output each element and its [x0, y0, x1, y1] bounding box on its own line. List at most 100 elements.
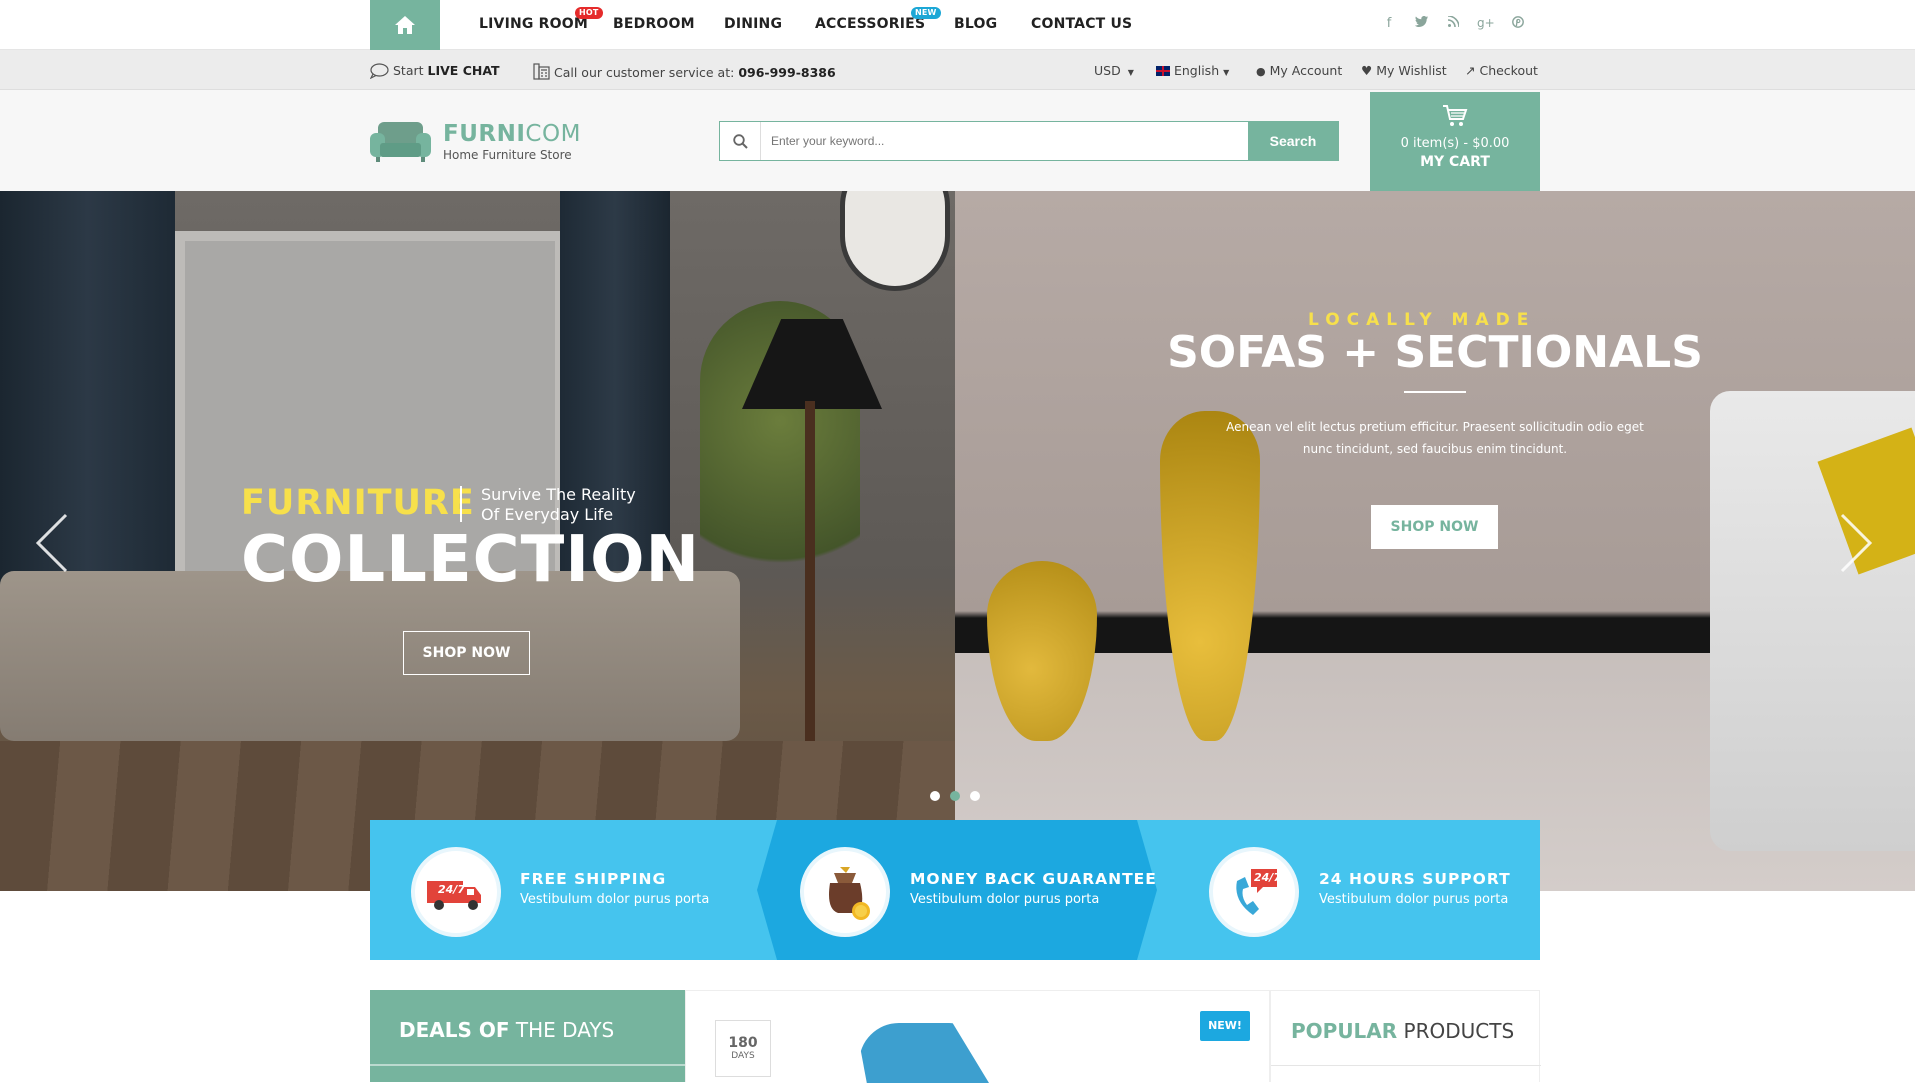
phone-number: 096-999-8386 — [738, 65, 836, 80]
new-badge: NEW — [911, 7, 941, 19]
vase-tall — [1160, 411, 1260, 741]
deals-of-the-day-header: DEALS OF THE DAYS — [370, 990, 685, 1082]
nav-item-label: DINING — [724, 16, 783, 32]
slide-right-divider — [1404, 391, 1466, 393]
checkout-link[interactable]: ↗ Checkout — [1465, 63, 1538, 78]
nav-item-contact-us[interactable]: CONTACT US — [1031, 16, 1132, 32]
slide-left-tagline-2: Of Everyday Life — [481, 505, 614, 524]
pinterest-icon[interactable] — [1510, 16, 1526, 32]
new-badge: NEW! — [1200, 1011, 1250, 1041]
feature-shipping-circle: 24/7 — [411, 847, 501, 937]
nav-item-label: CONTACT US — [1031, 16, 1133, 32]
search-input[interactable] — [760, 122, 1230, 160]
button-label: SHOP NOW — [422, 645, 511, 661]
features-band: 24/7 FREE SHIPPING Vestibulum dolor puru… — [370, 820, 1540, 960]
top-navigation: LIVING ROOM HOT BEDROOM DINING ACCESSORI… — [0, 0, 1915, 50]
slide-left-tagline-1: Survive The Reality — [481, 485, 636, 504]
facebook-icon[interactable]: f — [1381, 16, 1397, 31]
product-image-blue-chair[interactable] — [859, 1023, 989, 1083]
floor-lamp-leg — [805, 401, 815, 781]
slide-right-body-2: nunc tincidunt, sed faucibus enim tincid… — [1302, 442, 1568, 456]
google-plus-icon[interactable]: g+ — [1477, 16, 1495, 30]
uk-flag-icon — [1156, 66, 1170, 76]
my-wishlist-link[interactable]: ♥ My Wishlist — [1361, 63, 1447, 78]
cart-button[interactable]: 0 item(s) - $0.00 MY CART — [1370, 92, 1540, 191]
nav-item-blog[interactable]: BLOG — [954, 16, 997, 32]
hot-badge: HOT — [575, 7, 603, 19]
nav-item-living-room[interactable]: LIVING ROOM HOT — [479, 7, 603, 32]
phone-prefix: Call our customer service at: — [553, 65, 735, 80]
nav-item-label: BEDROOM — [613, 16, 695, 32]
currency-selector[interactable]: USD ▼ — [1094, 63, 1134, 78]
support-badge-text: 24/7 — [1254, 871, 1281, 884]
slider-dot-1[interactable] — [930, 791, 940, 801]
feature-shipping-title: FREE SHIPPING — [520, 870, 667, 888]
popular-products-panel: POPULAR PRODUCTS — [1270, 990, 1541, 1082]
feature-support-title: 24 HOURS SUPPORT — [1319, 870, 1511, 888]
my-wishlist-label: My Wishlist — [1376, 63, 1447, 78]
cart-summary: 0 item(s) - $0.00 — [1400, 136, 1510, 151]
sofa-logo-icon — [370, 122, 431, 162]
logo[interactable] — [370, 119, 431, 166]
home-icon — [395, 16, 415, 34]
cart-label: MY CART — [1420, 154, 1490, 170]
language-selector[interactable]: English ▼ — [1156, 63, 1229, 78]
deals-title-light: THE DAYS — [515, 1018, 615, 1042]
slide-left-headline: COLLECTION — [241, 523, 701, 597]
feature-support-circle: 24/7 — [1209, 847, 1299, 937]
feature-money-back-title: MONEY BACK GUARANTEE — [910, 870, 1157, 888]
logo-light-text: COM — [525, 121, 581, 147]
nav-item-bedroom[interactable]: BEDROOM — [613, 16, 695, 32]
phone-support-icon — [1236, 869, 1277, 915]
search-bar: Search — [719, 121, 1339, 161]
rss-icon[interactable] — [1445, 15, 1461, 31]
nav-item-accessories[interactable]: ACCESSORIES NEW — [815, 7, 941, 32]
slider-dot-2[interactable] — [950, 791, 960, 801]
search-button[interactable]: Search — [1248, 122, 1338, 160]
slide-right-shop-now-button[interactable]: SHOP NOW — [1371, 505, 1498, 549]
deal-product-card: 180 DAYS NEW! — [685, 990, 1270, 1083]
wall-clock — [840, 191, 950, 291]
chat-bubble-icon — [369, 63, 389, 80]
logo-wordmark[interactable]: FURNICOM — [443, 121, 581, 147]
language-value: English — [1173, 63, 1220, 78]
logo-bold-text: FURNI — [443, 121, 526, 147]
slider-dot-3[interactable] — [970, 791, 980, 801]
feature-shipping-subtitle: Vestibulum dolor purus porta — [520, 892, 710, 907]
popular-products-title: POPULAR PRODUCTS — [1291, 1019, 1514, 1043]
popular-title-light: PRODUCTS — [1403, 1019, 1515, 1043]
home-button[interactable] — [370, 0, 440, 50]
logo-tagline: Home Furniture Store — [443, 148, 572, 162]
chevron-right-icon — [1840, 513, 1873, 573]
currency-value: USD — [1094, 63, 1121, 78]
slider-prev-arrow[interactable] — [34, 513, 74, 573]
slide-left-shop-now-button[interactable]: SHOP NOW — [403, 631, 530, 675]
caret-down-icon: ▼ — [1127, 68, 1134, 77]
slide-right-headline: SOFAS + SECTIONALS — [1167, 327, 1703, 378]
heart-icon: ♥ — [1361, 63, 1373, 78]
countdown-days: 180 DAYS — [715, 1020, 771, 1077]
shipping-badge-text: 24/7 — [438, 883, 465, 896]
live-chat-prefix: Start — [392, 63, 424, 78]
nav-item-label: ACCESSORIES — [815, 16, 926, 32]
search-icon — [733, 134, 748, 149]
nav-item-dining[interactable]: DINING — [724, 16, 782, 32]
my-account-label: My Account — [1269, 63, 1343, 78]
slide-left-kicker: FURNITURE — [241, 483, 475, 523]
hero-slider: FURNITURE Survive The Reality Of Everyda… — [0, 191, 1915, 891]
new-badge-label: NEW! — [1208, 1019, 1242, 1032]
utility-bar: Start LIVE CHAT Call our customer servic… — [0, 50, 1915, 90]
chevron-left-icon — [35, 513, 68, 573]
slide-right-body-1: Aenean vel elit lectus pretium efficitur… — [1226, 420, 1644, 434]
slider-next-arrow[interactable] — [1838, 513, 1878, 573]
shopping-cart-icon — [1443, 105, 1468, 126]
deals-title: DEALS OF THE DAYS — [399, 1018, 614, 1042]
external-link-icon: ↗ — [1465, 63, 1476, 78]
twitter-icon[interactable] — [1413, 16, 1429, 31]
checkout-label: Checkout — [1479, 63, 1538, 78]
my-account-link[interactable]: ● My Account — [1256, 63, 1342, 78]
feature-money-back-subtitle: Vestibulum dolor purus porta — [910, 892, 1100, 907]
vase-small — [987, 561, 1097, 741]
live-chat-label: LIVE CHAT — [427, 63, 500, 78]
live-chat-link[interactable]: Start LIVE CHAT — [369, 63, 500, 80]
